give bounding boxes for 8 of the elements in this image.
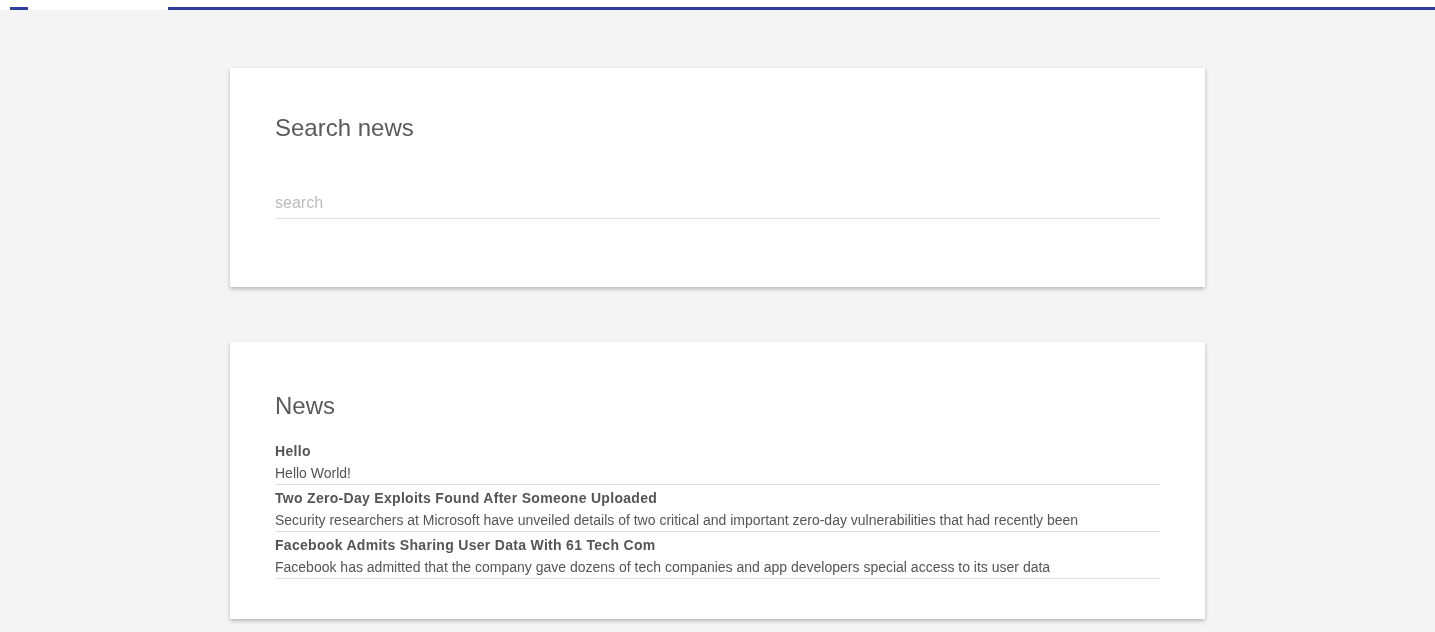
news-summary: Security researchers at Microsoft have unveiled details of two critical and important zero-day vulnerabilities that had recently been (275, 511, 1080, 530)
news-summary: Hello World! (275, 464, 352, 483)
card-title: Search news (275, 114, 415, 142)
news-title[interactable]: Hello (275, 441, 1160, 461)
news-title[interactable]: Facebook Admits Sharing User Data With 61 Tech Com (275, 535, 1160, 555)
news-summary: Facebook has admitted that the company gave dozens of tech companies and app developers special access to its user data (275, 558, 1052, 577)
card-title: News (275, 392, 336, 420)
news-title[interactable]: Two Zero-Day Exploits Found After Someone Uploaded (275, 488, 1160, 508)
